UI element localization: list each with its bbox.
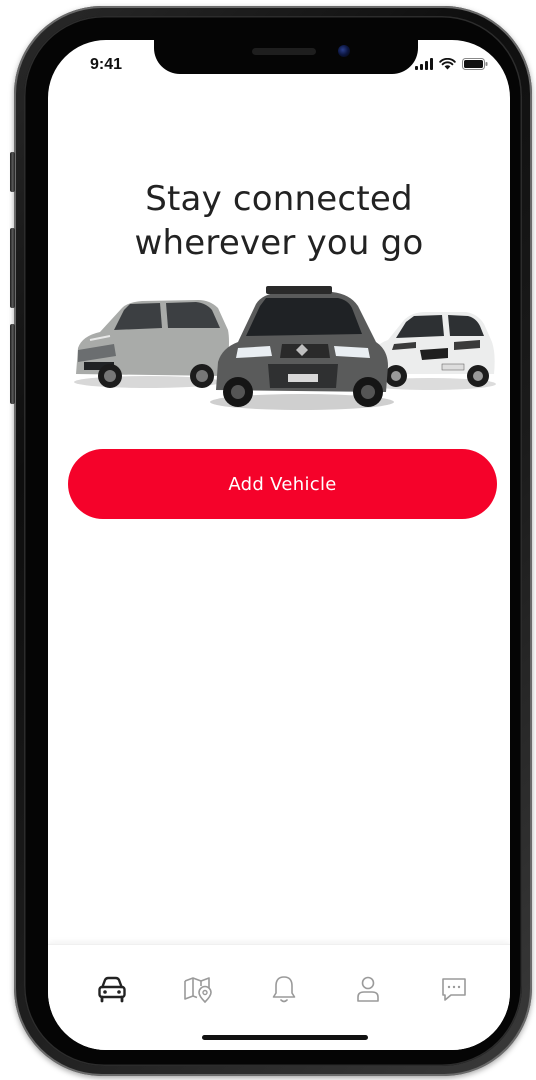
signal-icon [415, 58, 433, 70]
add-vehicle-button[interactable]: Add Vehicle [68, 449, 497, 519]
headline-line-1: Stay connected [145, 178, 413, 219]
stage: 9:41 Stay connected wherever you go Add … [0, 0, 536, 1080]
notch [154, 40, 418, 74]
battery-icon [462, 58, 488, 70]
onboarding-headline: Stay connected wherever you go [48, 177, 510, 265]
status-time: 9:41 [90, 56, 123, 73]
car-icon [98, 976, 126, 1003]
phone-screen: 9:41 Stay connected wherever you go Add … [48, 40, 510, 1050]
speaker-grille [252, 48, 316, 55]
nav-vehicle[interactable] [90, 967, 134, 1011]
nav-notifications[interactable] [262, 967, 306, 1011]
status-icons [415, 58, 488, 70]
vehicle-lineup-image [74, 286, 496, 410]
map-pin-icon [184, 977, 212, 1004]
headline-line-2: wherever you go [134, 222, 424, 263]
nav-map[interactable] [176, 967, 220, 1011]
chat-icon [442, 978, 466, 1001]
bell-icon [272, 976, 296, 1003]
user-icon [357, 976, 379, 1002]
left-car-illustration [74, 300, 229, 388]
nav-profile[interactable] [346, 967, 390, 1011]
front-camera [338, 45, 350, 57]
nav-messages[interactable] [432, 967, 476, 1011]
home-indicator [202, 1035, 368, 1040]
volume-down-button [10, 324, 15, 404]
center-car-illustration [210, 286, 394, 410]
wifi-icon [439, 58, 456, 70]
volume-up-button [10, 228, 15, 308]
silent-switch [10, 152, 15, 192]
